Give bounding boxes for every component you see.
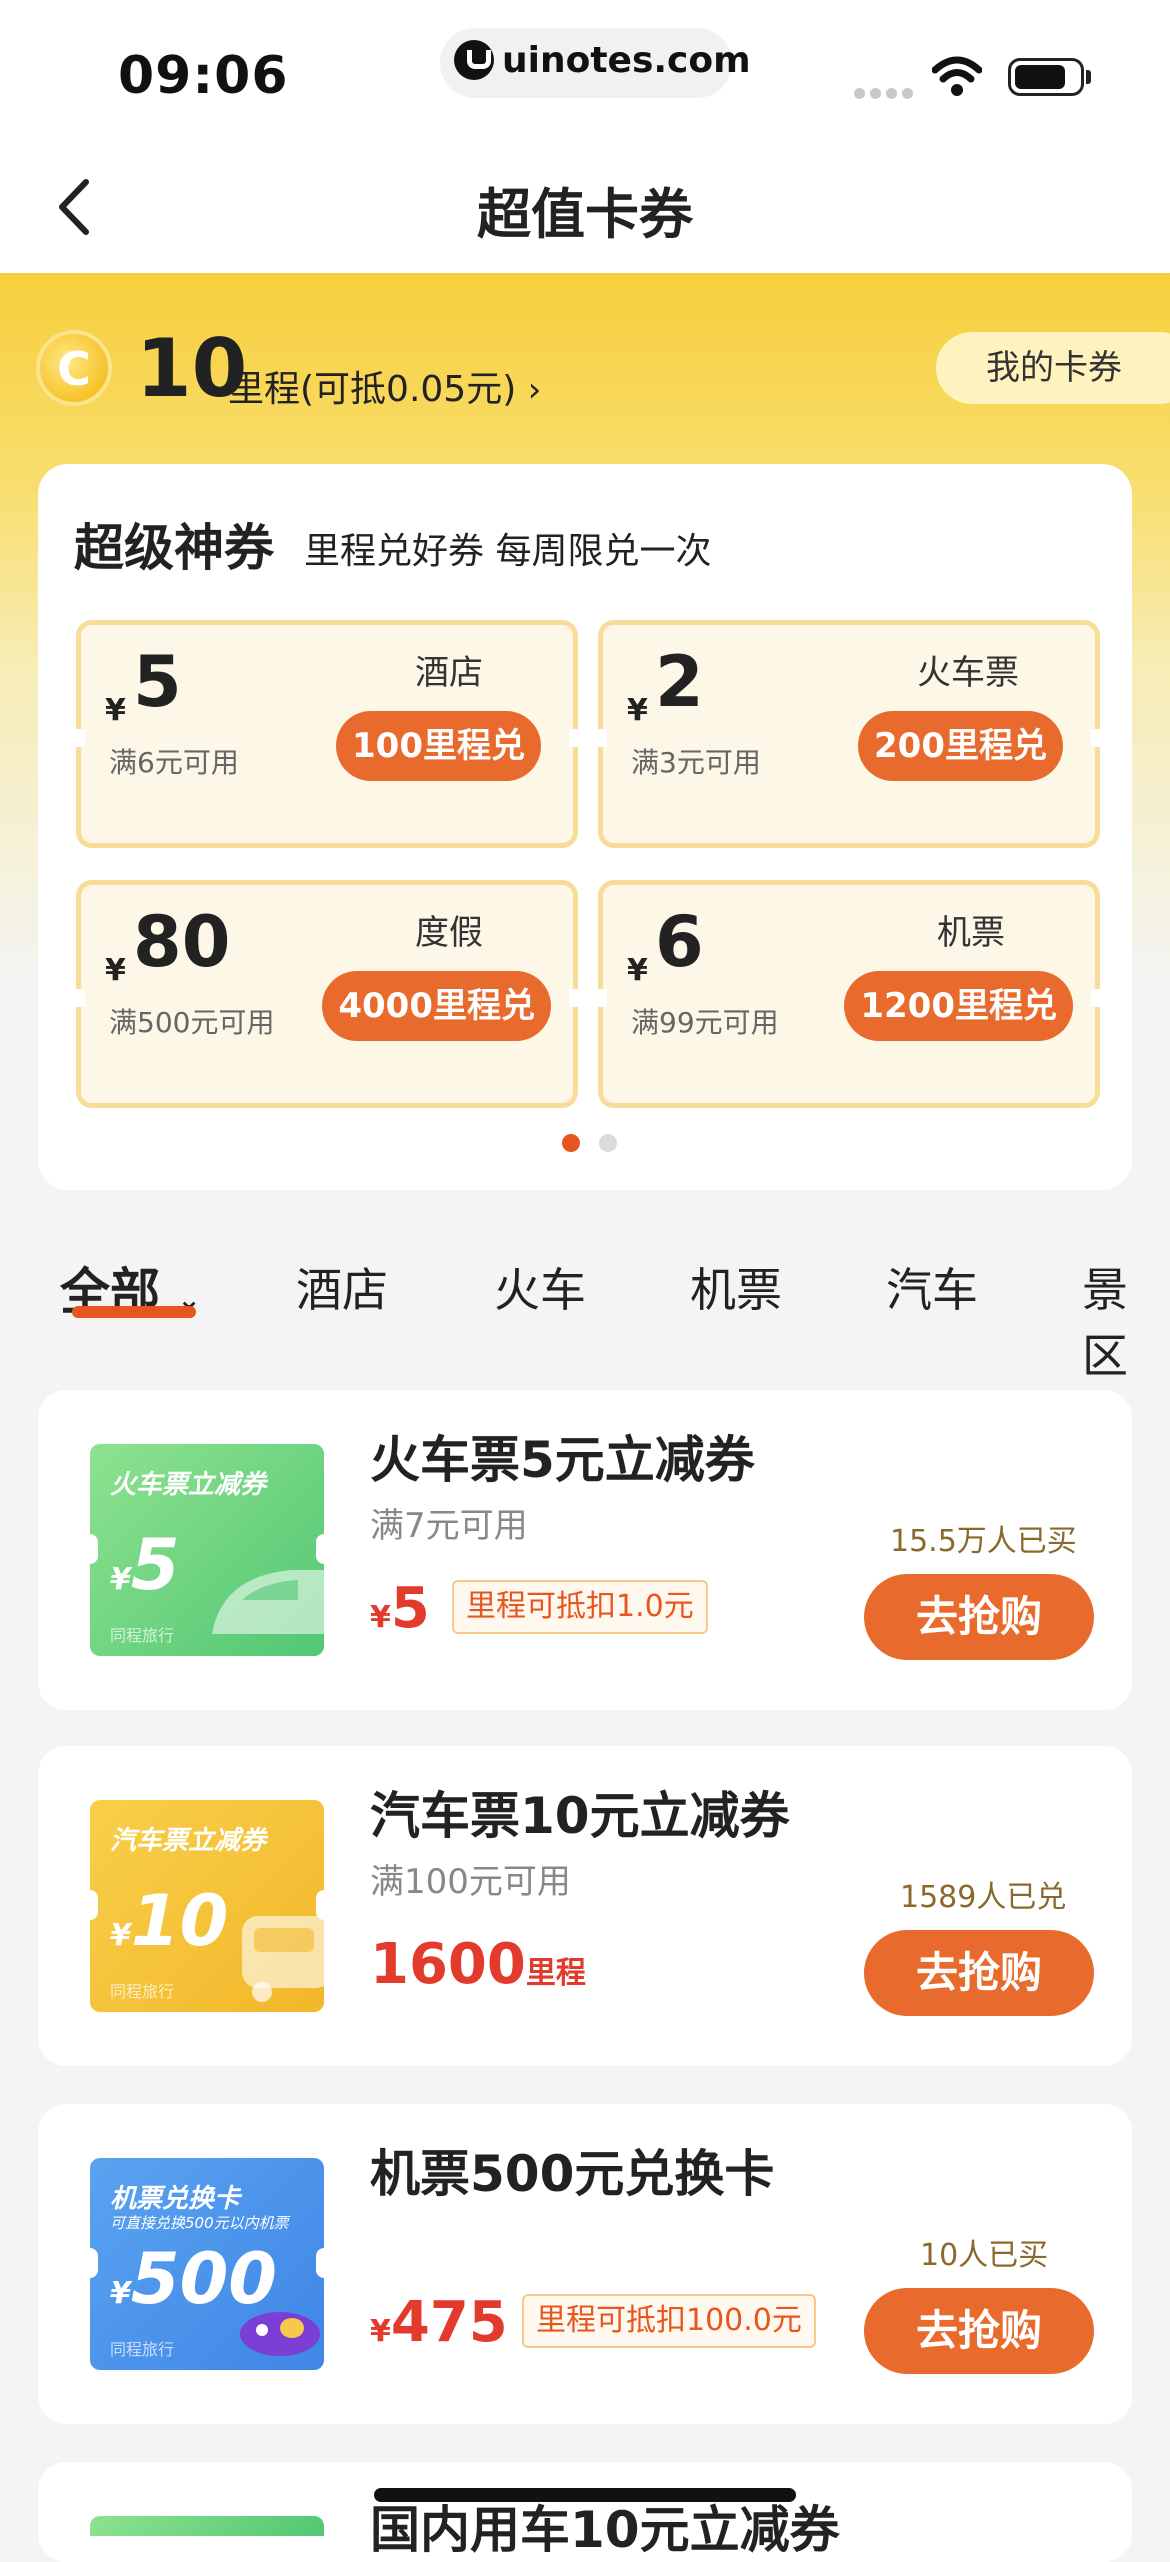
tab-hotel[interactable]: 酒店 [296,1254,388,1320]
coupon-condition: 满500元可用 [109,1006,275,1039]
sold-count: 10人已买 [920,2238,1049,2273]
super-coupon-card[interactable]: ¥ 80 满500元可用 度假 4000里程兑 [75,880,579,1108]
price-currency: ¥ [370,1600,391,1635]
miles-deduct-tag: 里程可抵扣100.0元 [522,2294,816,2348]
site-logo-icon [454,40,494,80]
thumb-brand: 同程旅行 [110,1626,175,1645]
price-value: 1600 [370,1932,526,1997]
tab-train[interactable]: 火车 [494,1254,586,1320]
sold-count: 1589人已兑 [900,1880,1067,1915]
thumb-brand: 同程旅行 [110,1982,175,2001]
chevron-right-icon: › [527,370,542,410]
price-currency: ¥ [370,2314,391,2349]
coupon-amount: 2 [655,641,704,723]
thumb-amount: ¥5 [110,1524,180,1606]
page-indicator [599,1134,617,1152]
price-value: 475 [390,2290,508,2355]
exchange-button[interactable]: 200里程兑 [858,711,1063,781]
wifi-icon [932,56,982,96]
miles-value-link[interactable]: 里程(可抵0.05元) › [228,360,541,412]
tab-scenic[interactable]: 景区 [1082,1254,1170,1386]
exchange-button[interactable]: 4000里程兑 [322,971,551,1041]
miles-deduct-tag: 里程可抵扣1.0元 [452,1580,708,1634]
sold-count: 15.5万人已买 [890,1524,1077,1559]
product-thumbnail: 火车票立减券 ¥5 同程旅行 [90,1444,324,1656]
coin-icon: C [36,330,112,406]
status-time: 09:06 [118,46,289,106]
url-text: uinotes.com [502,40,751,81]
coupon-condition: 满99元可用 [631,1006,779,1039]
bus-icon [242,1916,324,2002]
tab-bus[interactable]: 汽车 [886,1254,978,1320]
super-coupon-subtitle: 里程兑好券 每周限兑一次 [304,531,712,572]
product-condition: 满100元可用 [370,1862,571,1902]
super-coupon-card[interactable]: ¥ 2 满3元可用 火车票 200里程兑 [597,620,1101,848]
product-price: ¥475 [370,2290,508,2355]
train-icon [212,1570,324,1634]
buy-button[interactable]: 去抢购 [864,1574,1094,1660]
signal-icon [854,84,918,103]
thumb-subtitle: 可直接兑换500元以内机票 [110,2214,289,2232]
coupon-currency: ¥ [105,693,126,728]
product-title: 机票500元兑换卡 [370,2145,775,2203]
buy-button[interactable]: 去抢购 [864,2288,1094,2374]
battery-icon [1008,58,1084,96]
coupon-condition: 满6元可用 [109,746,239,779]
coupon-category: 度假 [415,913,483,953]
product-title: 汽车票10元立减券 [370,1787,790,1845]
tab-flight[interactable]: 机票 [690,1254,782,1320]
buy-button[interactable]: 去抢购 [864,1930,1094,2016]
price-value: 5 [390,1576,430,1641]
product-price: 1600里程 [370,1932,586,1997]
page-indicator-active [562,1134,580,1152]
thumb-title: 火车票立减券 [110,1470,267,1500]
home-indicator [374,2488,796,2502]
coupon-amount: 80 [133,901,231,983]
tab-active-indicator [72,1306,196,1318]
product-thumbnail: 汽车票立减券 ¥10 同程旅行 [90,1800,324,2012]
super-coupon-card[interactable]: ¥ 5 满6元可用 酒店 100里程兑 [75,620,579,848]
exchange-button[interactable]: 100里程兑 [336,711,541,781]
product-price: ¥5 [370,1576,430,1641]
coupon-currency: ¥ [105,953,126,988]
coupon-category: 火车票 [917,653,1019,693]
product-condition: 满7元可用 [370,1506,528,1546]
coupon-category: 酒店 [415,653,483,693]
battery-cap [1086,70,1091,84]
coupon-currency: ¥ [627,693,648,728]
miles-value-text: 里程(可抵0.05元) [228,369,517,410]
coupon-category: 机票 [937,913,1005,953]
plane-mascot-icon [240,2312,320,2356]
coupon-amount: 6 [655,901,704,983]
super-coupon-card[interactable]: ¥ 6 满99元可用 机票 1200里程兑 [597,880,1101,1108]
coupon-condition: 满3元可用 [631,746,761,779]
product-thumbnail: 机票兑换卡 可直接兑换500元以内机票 ¥500 同程旅行 [90,2158,324,2370]
thumb-title: 汽车票立减券 [110,1826,267,1856]
thumb-title: 机票兑换卡 [110,2184,241,2214]
super-coupon-title: 超级神券 [74,519,274,577]
coupon-amount: 5 [133,641,182,723]
exchange-button[interactable]: 1200里程兑 [844,971,1073,1041]
page-title: 超值卡券 [477,183,693,246]
my-cards-button[interactable]: 我的卡券 [936,332,1170,404]
price-unit: 里程 [525,1956,586,1991]
thumb-amount: ¥10 [110,1880,229,1962]
coupon-currency: ¥ [627,953,648,988]
thumb-brand: 同程旅行 [110,2340,175,2359]
product-thumbnail [90,2516,324,2536]
product-title: 火车票5元立减券 [370,1431,755,1489]
